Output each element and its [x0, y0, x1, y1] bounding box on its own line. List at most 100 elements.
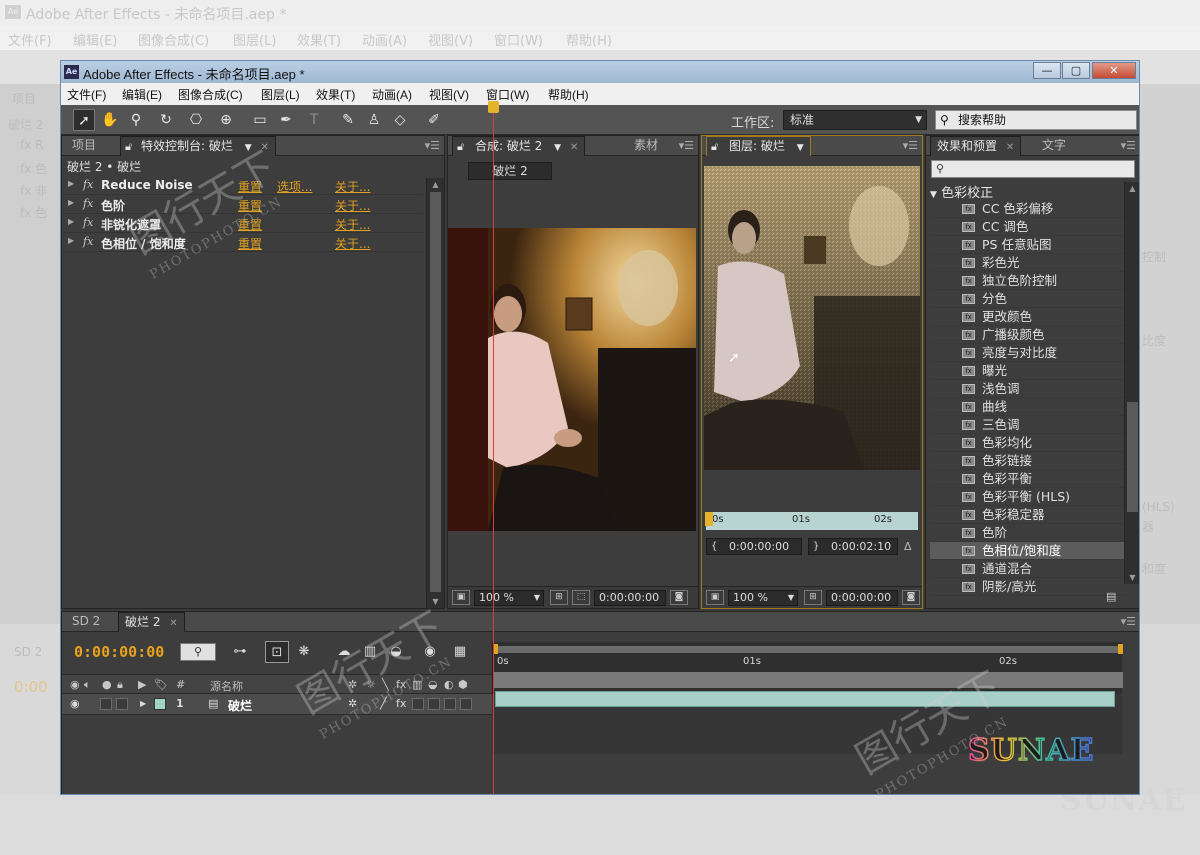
- scroll-up-icon[interactable]: ▲: [427, 180, 444, 189]
- effect-toggle-icon[interactable]: fx: [396, 697, 406, 710]
- selection-tool-icon[interactable]: ➚: [73, 109, 95, 131]
- rotate-tool-icon[interactable]: ↻: [155, 109, 177, 131]
- effect-preset-item[interactable]: fx PS 任意贴图: [930, 236, 1126, 254]
- effect-options-link[interactable]: 选项...: [277, 178, 312, 195]
- layer-frame[interactable]: ➚: [704, 166, 920, 470]
- effect-row[interactable]: ▶ fx 色阶 重置 关于...: [63, 195, 423, 214]
- panel-menu-icon[interactable]: ▾☰: [1121, 615, 1136, 628]
- scroll-thumb[interactable]: [430, 192, 441, 592]
- brush-tool-icon[interactable]: ✎: [337, 109, 359, 131]
- effect-preset-item[interactable]: fx 色阶: [930, 524, 1126, 542]
- effect-about-link[interactable]: 关于...: [335, 235, 370, 252]
- expand-triangle-icon[interactable]: ▶: [140, 699, 146, 708]
- effect-preset-item[interactable]: fx 分色: [930, 290, 1126, 308]
- effect-switch-icon[interactable]: fx: [396, 678, 406, 691]
- solo-toggle[interactable]: [100, 698, 112, 710]
- panel-menu-icon[interactable]: ▾☰: [1121, 139, 1136, 152]
- menu-composition[interactable]: 图像合成(C): [178, 86, 243, 103]
- frame-blend-toggle[interactable]: [412, 698, 424, 710]
- effect-preset-item[interactable]: fx CC 色彩偏移: [930, 200, 1126, 218]
- close-tab-icon[interactable]: ✕: [260, 142, 268, 153]
- zoom-tool-icon[interactable]: ⚲: [125, 109, 147, 131]
- tab-footage[interactable]: 素材: [628, 136, 664, 156]
- pen-tool-icon[interactable]: ✒: [275, 109, 297, 131]
- effect-reset-link[interactable]: 重置: [238, 235, 262, 252]
- current-time-field[interactable]: 0:00:00:00: [594, 590, 666, 606]
- solo-icon[interactable]: ●: [102, 678, 112, 691]
- layer-name[interactable]: 破烂: [228, 697, 252, 714]
- tab-project[interactable]: 项目: [66, 136, 102, 156]
- current-timecode[interactable]: 0:00:00:00: [74, 643, 164, 661]
- in-point-field[interactable]: { 0:00:00:00: [706, 538, 802, 555]
- tab-layer[interactable]: 🔓︎ 图层: 破烂 ▼: [706, 136, 811, 156]
- effect-reset-link[interactable]: 重置: [238, 216, 262, 233]
- menu-file[interactable]: 文件(F): [67, 86, 106, 103]
- effect-about-link[interactable]: 关于...: [335, 178, 370, 195]
- menu-edit[interactable]: 编辑(E): [122, 86, 162, 103]
- work-area-bar[interactable]: [493, 646, 1123, 653]
- motion-blur-toggle[interactable]: [428, 698, 440, 710]
- effect-row[interactable]: ▶ fx Reduce Noise 重置 选项... 关于...: [63, 176, 423, 195]
- effect-preset-item[interactable]: fx 独立色阶控制: [930, 272, 1126, 290]
- scroll-up-icon[interactable]: ▲: [1125, 184, 1139, 193]
- effect-preset-item[interactable]: fx 广播级颜色: [930, 326, 1126, 344]
- search-help-input[interactable]: ⚲ 搜索帮助: [935, 110, 1137, 130]
- effect-preset-item[interactable]: fx 更改颜色: [930, 308, 1126, 326]
- current-time-indicator-handle[interactable]: [488, 101, 499, 113]
- effect-row[interactable]: ▶ fx 非锐化遮罩 重置 关于...: [63, 214, 423, 233]
- source-name-column[interactable]: 源名称: [210, 678, 243, 694]
- effect-preset-item[interactable]: fx 亮度与对比度: [930, 344, 1126, 362]
- scroll-down-icon[interactable]: ▼: [427, 597, 444, 606]
- 3d-layer-icon[interactable]: ⬢: [458, 678, 468, 691]
- scroll-down-icon[interactable]: ▼: [1125, 573, 1139, 582]
- effect-preset-item[interactable]: fx 色彩平衡 (HLS): [930, 488, 1126, 506]
- expand-triangle-icon[interactable]: ▶: [68, 236, 74, 245]
- frame-blend-switch-icon[interactable]: ▥: [412, 678, 422, 691]
- effect-preset-item[interactable]: fx 色彩平衡: [930, 470, 1126, 488]
- motion-blur-switch-icon[interactable]: ◒: [428, 678, 438, 691]
- draft-3d-icon[interactable]: ❋: [292, 641, 316, 663]
- zoom-select[interactable]: 100 % ▼: [474, 590, 544, 606]
- expand-triangle-icon[interactable]: ▶: [68, 217, 74, 226]
- eraser-tool-icon[interactable]: ◇: [389, 109, 411, 131]
- work-area-end-handle[interactable]: [1118, 644, 1123, 654]
- 3d-toggle[interactable]: [460, 698, 472, 710]
- label-color-swatch[interactable]: [154, 698, 166, 710]
- adjustment-layer-icon[interactable]: ◐: [444, 678, 454, 691]
- frame-blending-icon[interactable]: ▥: [358, 641, 382, 663]
- workspace-select[interactable]: 标准 ▼: [783, 110, 927, 130]
- effect-preset-item[interactable]: fx 色彩均化: [930, 434, 1126, 452]
- tab-composition[interactable]: 🔓︎ 合成: 破烂 2 ▼ ✕: [452, 136, 586, 156]
- brainstorm-icon[interactable]: ◉: [418, 641, 442, 663]
- composition-frame[interactable]: [448, 228, 696, 531]
- clone-stamp-tool-icon[interactable]: ♙: [363, 109, 385, 131]
- layer-time-ruler[interactable]: 0s 01s 02s: [705, 512, 918, 530]
- effect-preset-item[interactable]: fx CC 调色: [930, 218, 1126, 236]
- effects-list-scrollbar[interactable]: ▲ ▼: [1124, 182, 1139, 584]
- effect-preset-item[interactable]: fx 色彩稳定器: [930, 506, 1126, 524]
- lock-column-icon[interactable]: 🔒︎: [117, 678, 123, 692]
- close-button[interactable]: ✕: [1092, 62, 1136, 79]
- composition-mini-flowchart-icon[interactable]: ⊶: [228, 641, 252, 663]
- video-switch-icon[interactable]: ◉: [70, 678, 80, 691]
- effect-preset-item[interactable]: fx 浅色调: [930, 380, 1126, 398]
- hand-tool-icon[interactable]: ✋: [99, 109, 121, 131]
- menu-layer[interactable]: 图层(L): [261, 86, 300, 103]
- pan-behind-tool-icon[interactable]: ⊕: [215, 109, 237, 131]
- tab-character[interactable]: 文字: [1036, 136, 1072, 156]
- effect-preset-item[interactable]: fx 曲线: [930, 398, 1126, 416]
- effect-preset-item[interactable]: fx 色彩链接: [930, 452, 1126, 470]
- tab-timeline-sd2[interactable]: SD 2: [66, 612, 106, 632]
- effect-reset-link[interactable]: 重置: [238, 178, 262, 195]
- current-time-field[interactable]: 0:00:00:00: [826, 590, 898, 606]
- quality-toggle-icon[interactable]: ╱: [380, 697, 387, 710]
- rectangle-tool-icon[interactable]: ▭: [249, 109, 271, 131]
- effect-controls-scrollbar[interactable]: ▲ ▼: [426, 178, 444, 608]
- menu-effect[interactable]: 效果(T): [316, 86, 355, 103]
- eye-icon[interactable]: ◉: [70, 697, 80, 710]
- effect-preset-item[interactable]: fx 色相位/饱和度: [930, 542, 1126, 560]
- effect-preset-item[interactable]: fx 三色调: [930, 416, 1126, 434]
- tab-effect-controls[interactable]: 🔓︎ 特效控制台: 破烂 ▼ ✕: [120, 136, 276, 156]
- mask-visibility-icon[interactable]: ⬚: [572, 590, 590, 605]
- fx-icon[interactable]: fx: [83, 197, 93, 210]
